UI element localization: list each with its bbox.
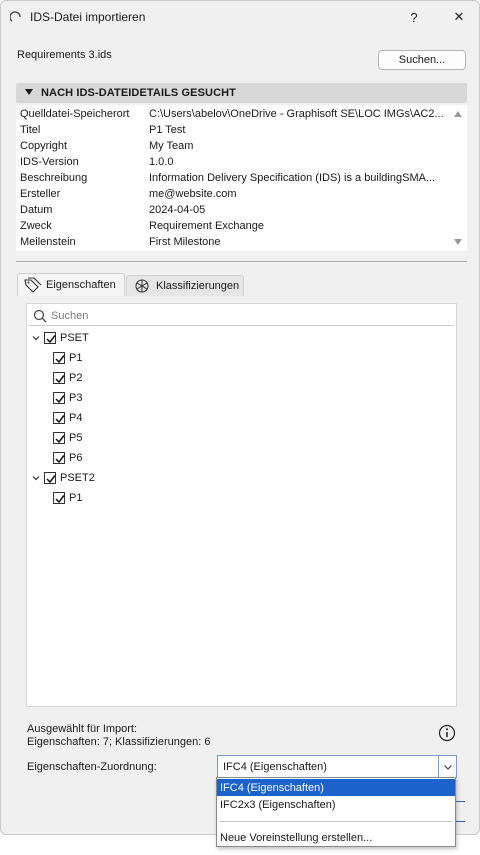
tree-item[interactable]: P2 (53, 369, 82, 387)
tree-item-label: P6 (69, 452, 83, 464)
detail-label: Beschreibung (20, 172, 88, 184)
mapping-selected-value: IFC4 (Eigenschaften) (223, 761, 327, 773)
detail-row: Zweck Requirement Exchange (16, 219, 452, 235)
detail-value: 1.0.0 (149, 156, 174, 168)
tree-group-pset2[interactable]: PSET2 (31, 469, 95, 487)
tree-item-label: P1 (69, 352, 83, 364)
scroll-down-arrow-icon[interactable] (454, 239, 462, 245)
tree-search-input[interactable]: Suchen (29, 306, 454, 326)
title-bar: IDS-Datei importieren ? ✕ (1, 1, 479, 33)
detail-label: Quelldatei-Speicherort (20, 108, 130, 120)
chevron-down-icon[interactable] (31, 473, 41, 483)
detail-value: Information Delivery Specification (IDS)… (149, 172, 436, 184)
dialog-title: IDS-Datei importieren (30, 10, 146, 24)
tree-item[interactable]: P1 (53, 489, 82, 507)
tree-item-label: P3 (69, 392, 83, 404)
detail-row: Meilenstein First Milestone (16, 235, 452, 251)
detail-label: Zweck (20, 220, 52, 232)
detail-label: Ersteller (20, 188, 61, 200)
tree-group-label: PSET (60, 332, 89, 344)
detail-value: me@website.com (149, 188, 237, 200)
checkbox[interactable] (53, 352, 65, 364)
properties-tree: Suchen PSET P1 P2 P3 P4 P5 P6 PSET2 P1 (26, 303, 457, 707)
checkbox[interactable] (44, 472, 56, 484)
tag-icon (24, 277, 42, 293)
app-icon (10, 11, 21, 22)
tree-group-pset[interactable]: PSET (31, 329, 89, 347)
detail-row: IDS-Version 1.0.0 (16, 155, 452, 171)
tree-item[interactable]: P3 (53, 389, 82, 407)
tree-item-label: P5 (69, 432, 83, 444)
mapping-select[interactable]: IFC4 (Eigenschaften) (217, 755, 457, 778)
tree-item-label: P1 (69, 492, 83, 504)
tree-group-label: PSET2 (60, 472, 95, 484)
tree-item[interactable]: P1 (53, 349, 82, 367)
checkbox[interactable] (53, 412, 65, 424)
import-summary-title: Ausgewählt für Import: (27, 723, 138, 735)
mapping-dropdown-list: IFC4 (Eigenschaften) IFC2x3 (Eigenschaft… (216, 777, 456, 847)
search-icon (33, 309, 47, 323)
detail-label: Meilenstein (20, 236, 76, 248)
dropdown-option[interactable]: IFC4 (Eigenschaften) (217, 779, 455, 796)
tree-item[interactable]: P4 (53, 409, 82, 427)
detail-row: Copyright My Team (16, 139, 452, 155)
checkbox[interactable] (53, 392, 65, 404)
browse-button[interactable]: Suchen... (378, 50, 466, 70)
details-list: Quelldatei-Speicherort C:\Users\abelov\O… (16, 105, 467, 251)
checkbox[interactable] (53, 492, 65, 504)
checkbox[interactable] (53, 452, 65, 464)
checkbox[interactable] (53, 432, 65, 444)
dropdown-separator (219, 821, 453, 822)
search-placeholder: Suchen (51, 310, 89, 322)
mapping-label: Eigenschaften-Zuordnung: (27, 761, 157, 773)
dropdown-option[interactable]: IFC2x3 (Eigenschaften) (217, 796, 455, 813)
chevron-down-icon[interactable] (31, 333, 41, 343)
scroll-up-arrow-icon[interactable] (454, 111, 462, 117)
tree-item-label: P2 (69, 372, 83, 384)
import-summary: Ausgewählt für Import: Eigenschaften: 7;… (27, 723, 210, 749)
classification-icon (135, 279, 149, 293)
checkbox[interactable] (53, 372, 65, 384)
details-section-title: NACH IDS-DATEIDETAILS GESUCHT (41, 87, 236, 99)
section-divider (16, 261, 467, 262)
import-dialog: IDS-Datei importieren ? ✕ Requirements 3… (0, 0, 480, 835)
detail-row: Quelldatei-Speicherort C:\Users\abelov\O… (16, 107, 452, 123)
detail-row: Datum 2024-04-05 (16, 203, 452, 219)
ids-file-name: Requirements 3.ids (17, 49, 112, 61)
detail-value: My Team (149, 140, 194, 152)
detail-row: Ersteller me@website.com (16, 187, 452, 203)
tab-eigenschaften[interactable]: Eigenschaften (17, 273, 125, 296)
detail-value: C:\Users\abelov\OneDrive - Graphisoft SE… (149, 108, 444, 120)
help-button[interactable]: ? (399, 5, 429, 29)
close-button[interactable]: ✕ (444, 5, 474, 29)
detail-label: IDS-Version (20, 156, 79, 168)
detail-label: Datum (20, 204, 53, 216)
tree-item[interactable]: P5 (53, 429, 82, 447)
detail-label: Titel (20, 124, 41, 136)
tab-klassifizierungen[interactable]: Klassifizierungen (126, 275, 244, 296)
collapse-arrow-icon (25, 89, 33, 95)
tree-item[interactable]: P6 (53, 449, 82, 467)
detail-value: P1 Test (149, 124, 186, 136)
tree-item-label: P4 (69, 412, 83, 424)
new-preset-option[interactable]: Neue Voreinstellung erstellen... (217, 829, 455, 846)
detail-value: Requirement Exchange (149, 220, 264, 232)
detail-row: Titel P1 Test (16, 123, 452, 139)
chevron-down-icon[interactable] (438, 756, 456, 777)
details-section-header[interactable]: NACH IDS-DATEIDETAILS GESUCHT (16, 83, 467, 103)
detail-row: Beschreibung Information Delivery Specif… (16, 171, 452, 187)
checkbox[interactable] (44, 332, 56, 344)
detail-value: 2024-04-05 (149, 204, 206, 216)
detail-label: Copyright (20, 140, 68, 152)
tab-label: Klassifizierungen (156, 280, 240, 292)
detail-value: First Milestone (149, 236, 221, 248)
tab-label: Eigenschaften (46, 279, 116, 291)
import-summary-counts: Eigenschaften: 7; Klassifizierungen: 6 (27, 736, 211, 748)
info-icon[interactable] (438, 724, 456, 742)
